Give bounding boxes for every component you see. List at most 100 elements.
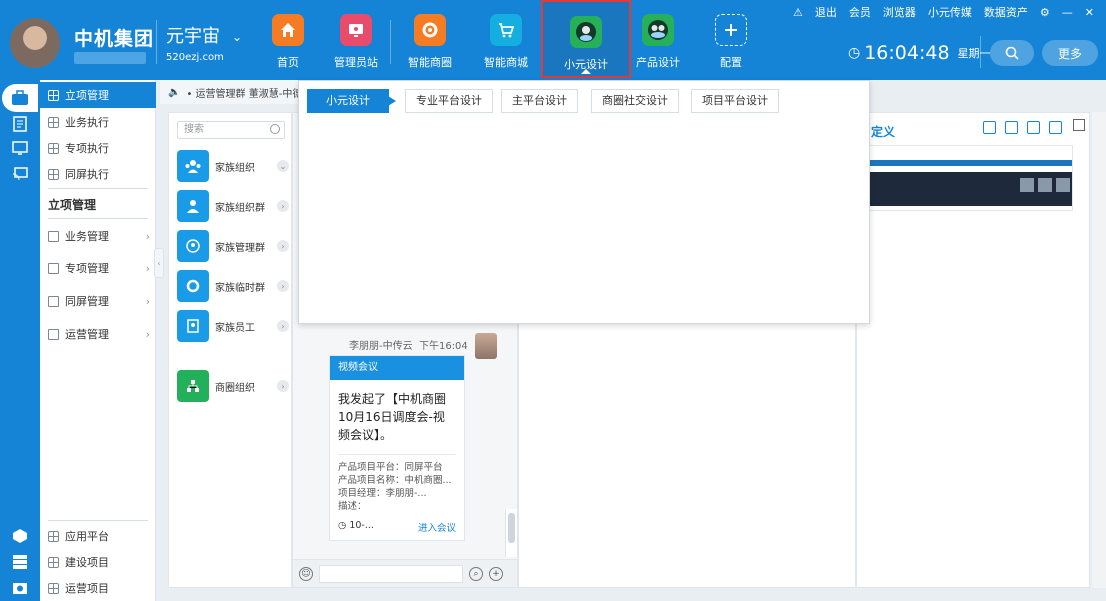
briefcase-icon[interactable]: [2, 84, 38, 112]
qr-icon: [1056, 178, 1070, 192]
sidebar-item-app-platform[interactable]: 应用平台: [40, 524, 156, 548]
tab-circle-social[interactable]: 商圈社交设计: [591, 89, 679, 113]
tab-xiaoyuan-design[interactable]: 小元设计: [307, 89, 396, 113]
avatar[interactable]: [10, 18, 60, 68]
list-icon: [48, 262, 59, 274]
sidebar-item-business-exec[interactable]: 业务执行: [40, 109, 156, 135]
contact-name: 家族临时群: [215, 282, 265, 294]
notice-marquee[interactable]: 🔈 • 运营管理群 董淑慧-中德: [160, 80, 300, 104]
home-icon: [272, 14, 304, 46]
chevron-down-icon[interactable]: ⌄: [232, 30, 242, 44]
link-logout[interactable]: 退出: [815, 4, 837, 20]
sidebar-item-construction[interactable]: 建设项目: [40, 550, 156, 574]
search-input[interactable]: 搜索: [177, 121, 285, 139]
brand-title: 中机集团: [74, 28, 155, 50]
cube-icon[interactable]: [10, 526, 30, 546]
chevron-right-icon[interactable]: ›: [277, 320, 289, 332]
ring-icon: [414, 14, 446, 46]
sidebar-group-label: 专项管理: [65, 262, 109, 275]
meta-line: 描述：: [338, 501, 367, 512]
chevron-right-icon[interactable]: ›: [277, 380, 289, 392]
minimize-icon[interactable]: —: [1062, 6, 1073, 19]
collapse-handle[interactable]: ‹: [154, 248, 164, 278]
warning-icon[interactable]: ⚠: [793, 6, 803, 19]
chevron-right-icon[interactable]: ›: [277, 200, 289, 212]
workspace-name[interactable]: 元宇宙: [166, 22, 220, 48]
design-dropdown: 小元设计 专业平台设计 主平台设计 商圈社交设计 项目平台设计: [298, 80, 870, 324]
export-icon[interactable]: [1049, 121, 1062, 134]
list-item[interactable]: 家族组织 ⌄: [177, 149, 289, 183]
divider: [338, 454, 456, 455]
scrollbar-thumb[interactable]: [508, 513, 515, 543]
nav-product-design[interactable]: 产品设计: [616, 0, 700, 78]
meeting-card[interactable]: 视频会议 我发起了【中机商圈10月16日调度会-视频会议】。 产品项目平台：同屏…: [329, 355, 465, 541]
nav-config[interactable]: 配置: [689, 0, 773, 78]
back-icon[interactable]: [983, 121, 996, 134]
sidebar-group-screen[interactable]: 同屏管理 ›: [40, 289, 156, 313]
maximize-icon[interactable]: [1073, 119, 1085, 131]
scrollbar[interactable]: [1092, 112, 1106, 588]
tab-main-platform[interactable]: 主平台设计: [501, 89, 578, 113]
search-button[interactable]: [990, 40, 1034, 66]
message-input[interactable]: [319, 564, 463, 583]
camera-icon[interactable]: [10, 578, 30, 598]
list-item[interactable]: 家族管理群 ›: [177, 229, 289, 263]
preview-thumbnail[interactable]: [869, 145, 1073, 211]
search-icon: [1005, 46, 1019, 60]
tab-professional-platform[interactable]: 专业平台设计: [405, 89, 493, 113]
list-item[interactable]: 家族临时群 ›: [177, 269, 289, 303]
marquee-text: • 运营管理群 董淑慧-中德: [186, 88, 300, 100]
edit-icon[interactable]: [1005, 121, 1018, 134]
badge-icon: [177, 310, 209, 342]
list-item[interactable]: 商圈组织 ›: [177, 369, 289, 403]
link-browser[interactable]: 浏览器: [883, 4, 916, 20]
scrollbar[interactable]: [505, 509, 517, 557]
sidebar-group-operations[interactable]: 运营管理 ›: [40, 322, 156, 346]
gear-icon[interactable]: ⚙: [1040, 6, 1050, 19]
search-icon[interactable]: ⌕: [469, 566, 483, 581]
contact-name: 家族组织群: [215, 202, 265, 214]
list-item[interactable]: 家族组织群 ›: [177, 189, 289, 223]
refresh-icon[interactable]: [1027, 121, 1040, 134]
close-icon[interactable]: ✕: [1085, 6, 1094, 19]
meta-line: 产品项目名称：中机商圈...: [338, 475, 452, 486]
grid-icon: [48, 142, 59, 154]
sidebar-item-operation-projects[interactable]: 运营项目: [40, 576, 156, 600]
plus-icon[interactable]: +: [489, 566, 503, 581]
nav-smart-mall[interactable]: 智能商城: [464, 0, 548, 78]
card-header: 视频会议: [330, 356, 464, 380]
top-bar: 中机集团 元宇宙 520ezj.com ⌄ 首页 管理员站 智能商圈 智能商城 …: [0, 0, 1106, 80]
sidebar-item-special-exec[interactable]: 专项执行: [40, 135, 156, 161]
link-member[interactable]: 会员: [849, 4, 871, 20]
screen-icon[interactable]: [10, 138, 30, 158]
brand-subtitle-blur: [74, 52, 146, 64]
globe-avatar-icon: [570, 16, 602, 48]
chevron-right-icon[interactable]: ›: [277, 240, 289, 252]
more-button[interactable]: 更多: [1042, 40, 1098, 66]
card-time: 10-...: [349, 520, 374, 531]
nav-label: 产品设计: [636, 56, 680, 69]
link-media[interactable]: 小元传媒: [928, 4, 972, 20]
thumb-nav-bar: [870, 160, 1072, 166]
sidebar-item-project-setup[interactable]: 立项管理: [40, 82, 156, 108]
emoji-icon[interactable]: ☺: [299, 566, 313, 581]
tab-project-platform[interactable]: 项目平台设计: [691, 89, 779, 113]
sidebar-item-screen-exec[interactable]: 同屏执行: [40, 161, 156, 187]
nav-admin[interactable]: 管理员站: [314, 0, 398, 78]
chevron-down-icon[interactable]: ⌄: [277, 160, 289, 172]
divider: [48, 188, 148, 189]
document-icon[interactable]: [10, 114, 30, 134]
sidebar-group-special[interactable]: 专项管理 ›: [40, 256, 156, 280]
cast-icon[interactable]: [10, 164, 30, 184]
link-data-assets[interactable]: 数据资产: [984, 4, 1028, 20]
plus-icon: [715, 14, 747, 46]
join-meeting-link[interactable]: 进入会议: [418, 520, 456, 534]
avatar[interactable]: [475, 333, 497, 359]
chevron-right-icon[interactable]: ›: [277, 280, 289, 292]
list-item[interactable]: 家族员工 ›: [177, 309, 289, 343]
server-icon[interactable]: [10, 552, 30, 572]
sidebar-group-business[interactable]: 业务管理 ›: [40, 224, 156, 248]
sidebar-group-label: 业务管理: [65, 230, 109, 243]
nav-smart-circle[interactable]: 智能商圈: [388, 0, 472, 78]
panel-title: 定义: [871, 125, 896, 139]
